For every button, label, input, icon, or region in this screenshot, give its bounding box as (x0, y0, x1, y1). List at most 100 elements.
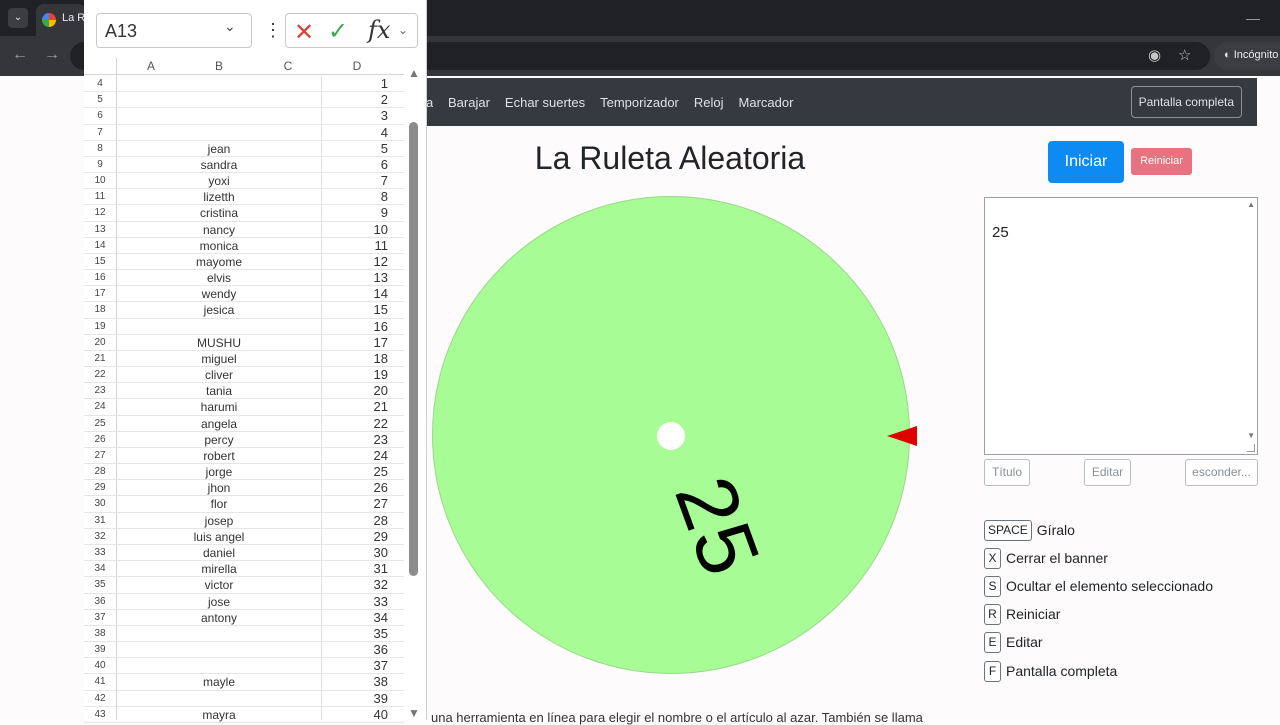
cell-name[interactable]: elvis (116, 271, 322, 285)
cell-number[interactable]: 8 (322, 189, 388, 204)
row-number[interactable]: 29 (84, 482, 116, 493)
table-row[interactable]: 15 mayome 12 (84, 254, 404, 271)
cell-name[interactable]: wendy (116, 287, 322, 301)
table-row[interactable]: 12 cristina 9 (84, 205, 404, 222)
title-button[interactable]: Título (984, 459, 1030, 486)
cell-number[interactable]: 26 (322, 480, 388, 495)
cell-number[interactable]: 4 (322, 125, 388, 140)
cell-name[interactable]: harumi (116, 400, 322, 414)
table-row[interactable]: 19 16 (84, 319, 404, 335)
table-row[interactable]: 41 (84, 76, 404, 93)
table-row[interactable]: 10 yoxi 7 (84, 173, 404, 190)
row-number[interactable]: 25 (84, 418, 116, 429)
row-number[interactable]: 15 (84, 256, 116, 267)
row-number[interactable]: 21 (84, 353, 116, 364)
cell-name[interactable]: daniel (116, 546, 322, 560)
cell-number[interactable]: 14 (322, 286, 388, 301)
cell-number[interactable]: 3 (322, 108, 388, 123)
row-number[interactable]: 13 (84, 224, 116, 235)
hide-button[interactable]: esconder... (1185, 459, 1258, 486)
table-row[interactable]: 38 35 (84, 626, 404, 643)
cell-name[interactable]: victor (116, 578, 322, 592)
table-row[interactable]: 27 robert 24 (84, 448, 404, 465)
chevron-down-icon[interactable]: ⌄ (224, 18, 236, 35)
row-number[interactable]: 18 (84, 304, 116, 315)
cell-number[interactable]: 30 (322, 545, 388, 560)
cell-number[interactable]: 27 (322, 496, 388, 511)
edit-button[interactable]: Editar (1084, 459, 1131, 486)
cell-number[interactable]: 24 (322, 448, 388, 463)
table-row[interactable]: 36 jose 33 (84, 594, 404, 610)
nav-link-barajar[interactable]: Barajar (448, 95, 490, 110)
cell-number[interactable]: 16 (322, 319, 388, 334)
cell-number[interactable]: 17 (322, 335, 388, 350)
resize-grip-icon[interactable] (1247, 444, 1255, 452)
table-row[interactable]: 20 MUSHU 17 (84, 335, 404, 351)
cell-name[interactable]: lizetth (116, 190, 322, 204)
table-row[interactable]: 32 luis angel 29 (84, 529, 404, 545)
row-number[interactable]: 10 (84, 175, 116, 186)
row-number[interactable]: 5 (84, 94, 116, 105)
nav-link-cut[interactable]: a (426, 95, 433, 110)
row-number[interactable]: 30 (84, 498, 116, 509)
cell-name[interactable]: josep (116, 514, 322, 528)
table-row[interactable]: 74 (84, 125, 404, 141)
nav-link-reloj[interactable]: Reloj (694, 95, 724, 110)
row-number[interactable]: 7 (84, 127, 116, 138)
row-number[interactable]: 23 (84, 385, 116, 396)
cell-name[interactable]: jose (116, 595, 322, 609)
cell-number[interactable]: 35 (322, 626, 388, 641)
cell-name[interactable]: luis angel (116, 530, 322, 544)
table-row[interactable]: 30 flor 27 (84, 496, 404, 513)
cell-number[interactable]: 6 (322, 157, 388, 172)
row-number[interactable]: 42 (84, 693, 116, 704)
cell-number[interactable]: 2 (322, 92, 388, 107)
row-number[interactable]: 22 (84, 369, 116, 380)
scroll-up-icon[interactable]: ▲ (408, 66, 420, 80)
table-row[interactable]: 33 daniel 30 (84, 545, 404, 562)
table-row[interactable]: 23 tania 20 (84, 383, 404, 400)
row-number[interactable]: 36 (84, 596, 116, 607)
column-header-a[interactable]: A (134, 59, 168, 73)
result-textarea[interactable]: 25 ▲ ▼ (984, 197, 1258, 455)
table-row[interactable]: 8 jean 5 (84, 141, 404, 157)
cell-number[interactable]: 19 (322, 367, 388, 382)
row-number[interactable]: 40 (84, 660, 116, 671)
table-row[interactable]: 21 miguel 18 (84, 351, 404, 368)
fullscreen-button[interactable]: Pantalla completa (1130, 86, 1242, 118)
table-row[interactable]: 29 jhon 26 (84, 480, 404, 497)
column-header-d[interactable]: D (340, 59, 374, 73)
table-row[interactable]: 37 antony 34 (84, 610, 404, 626)
cancel-icon[interactable]: ✕ (294, 18, 314, 47)
bookmark-button[interactable]: ☆ (1178, 46, 1191, 64)
cell-number[interactable]: 15 (322, 302, 388, 317)
row-number[interactable]: 8 (84, 143, 116, 154)
row-number[interactable]: 20 (84, 337, 116, 348)
table-row[interactable]: 25 angela 22 (84, 416, 404, 432)
row-number[interactable]: 31 (84, 515, 116, 526)
column-header-c[interactable]: C (271, 59, 305, 73)
row-number[interactable]: 35 (84, 579, 116, 590)
cell-number[interactable]: 39 (322, 691, 388, 706)
cell-number[interactable]: 18 (322, 351, 388, 366)
row-number[interactable]: 16 (84, 272, 116, 283)
cell-number[interactable]: 34 (322, 610, 388, 625)
vertical-scrollbar[interactable]: ▲ ▼ (404, 66, 424, 720)
table-row[interactable]: 52 (84, 92, 404, 109)
cell-number[interactable]: 23 (322, 432, 388, 447)
cell-number[interactable]: 22 (322, 416, 388, 431)
cell-name[interactable]: miguel (116, 352, 322, 366)
scroll-down-icon[interactable]: ▼ (1247, 431, 1255, 440)
cell-name[interactable]: flor (116, 497, 322, 511)
browser-tab[interactable]: La Ru (36, 4, 86, 36)
cell-number[interactable]: 28 (322, 513, 388, 528)
row-number[interactable]: 38 (84, 628, 116, 639)
table-row[interactable]: 40 37 (84, 658, 404, 675)
cell-name[interactable]: robert (116, 449, 322, 463)
cell-name[interactable]: monica (116, 239, 322, 253)
table-row[interactable]: 41 mayle 38 (84, 674, 404, 691)
cell-name[interactable]: antony (116, 611, 322, 625)
row-number[interactable]: 9 (84, 159, 116, 170)
cell-number[interactable]: 33 (322, 594, 388, 609)
scroll-up-icon[interactable]: ▲ (1247, 200, 1255, 209)
